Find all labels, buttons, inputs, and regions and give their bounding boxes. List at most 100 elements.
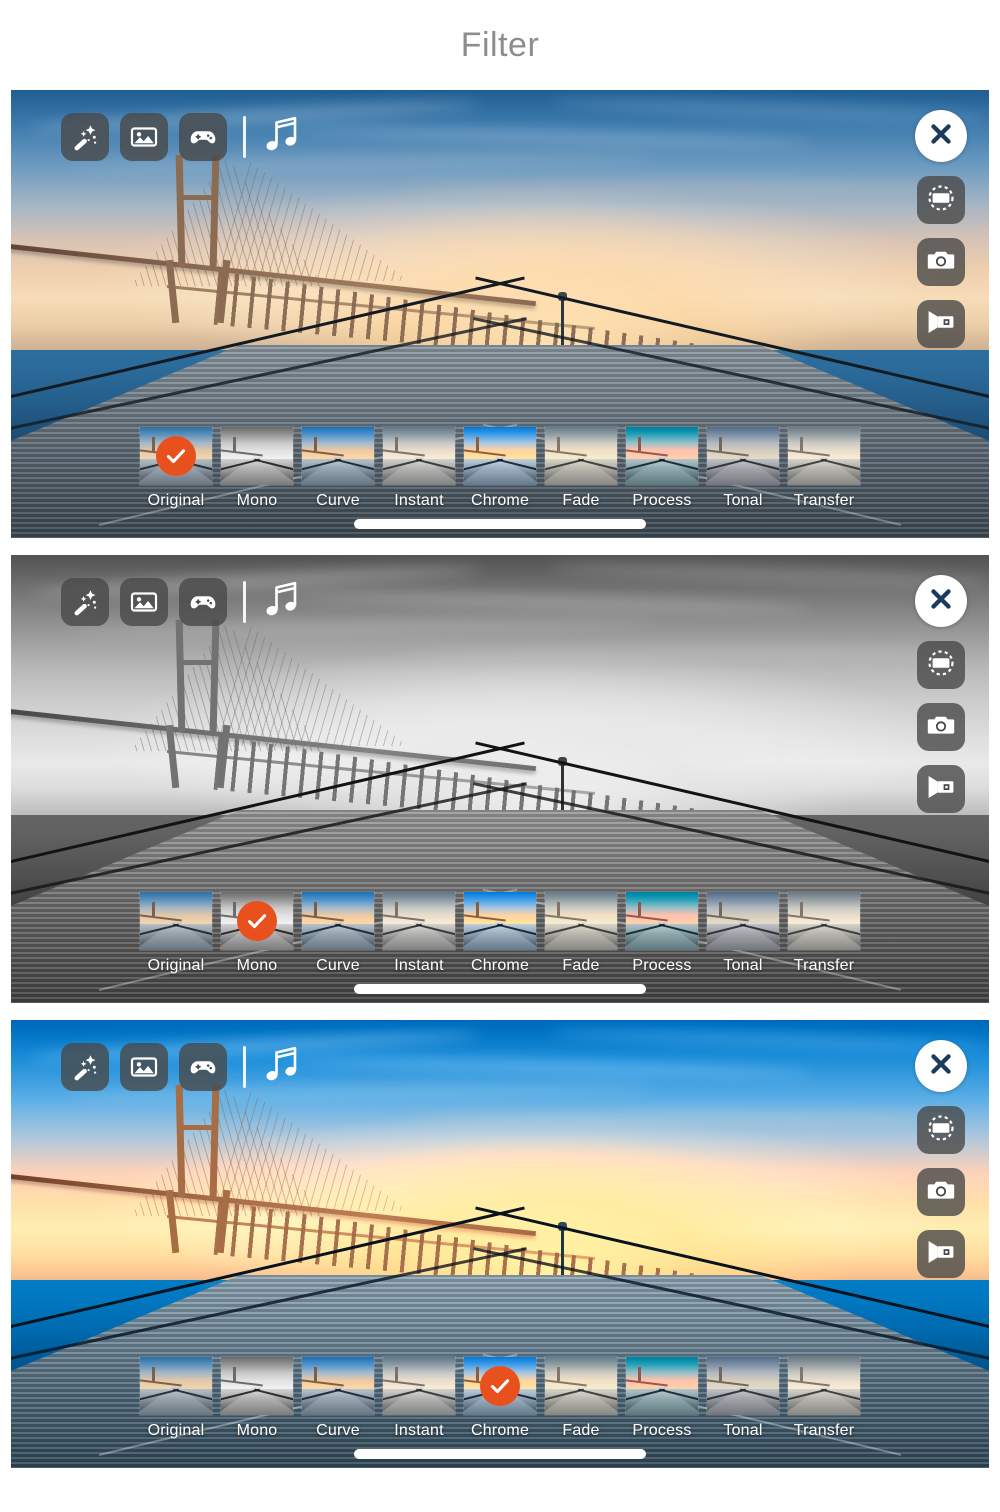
magic-wand-button[interactable] — [61, 113, 109, 161]
camera-button[interactable] — [917, 238, 965, 286]
home-indicator[interactable] — [354, 984, 646, 994]
filter-item-original[interactable]: Original — [140, 427, 212, 510]
filter-thumbnail[interactable] — [626, 892, 698, 950]
filter-thumbnail[interactable] — [626, 1357, 698, 1415]
music-note-button[interactable] — [263, 1044, 301, 1091]
filter-item-instant[interactable]: Instant — [383, 892, 455, 975]
right-toolbar — [915, 575, 967, 813]
game-controller-button[interactable] — [179, 578, 227, 626]
thumbnail-preview — [383, 427, 455, 485]
close-icon — [926, 1049, 956, 1084]
filter-thumbnail[interactable] — [545, 892, 617, 950]
filter-thumbnail[interactable] — [788, 427, 860, 485]
filter-thumbnail[interactable] — [383, 427, 455, 485]
filter-item-fade[interactable]: Fade — [545, 1357, 617, 1440]
filter-thumbnail[interactable] — [221, 427, 293, 485]
rotate-frame-button[interactable] — [917, 641, 965, 689]
image-button[interactable] — [120, 578, 168, 626]
game-controller-button[interactable] — [179, 1043, 227, 1091]
filter-label: Chrome — [470, 957, 530, 974]
filter-thumbnail[interactable] — [464, 1357, 536, 1415]
filter-item-original[interactable]: Original — [140, 892, 212, 975]
filter-thumbnail[interactable] — [302, 892, 374, 950]
filter-item-process[interactable]: Process — [626, 427, 698, 510]
music-note-button[interactable] — [263, 114, 301, 161]
filter-thumbnail[interactable] — [383, 1357, 455, 1415]
image-button[interactable] — [120, 113, 168, 161]
filter-thumbnail[interactable] — [707, 427, 779, 485]
filter-item-fade[interactable]: Fade — [545, 892, 617, 975]
game-controller-icon — [189, 1053, 217, 1081]
filter-item-tonal[interactable]: Tonal — [707, 1357, 779, 1440]
home-indicator[interactable] — [354, 1449, 646, 1459]
magic-wand-button[interactable] — [61, 578, 109, 626]
filter-item-chrome[interactable]: Chrome — [464, 892, 536, 975]
filter-thumbnail[interactable] — [707, 892, 779, 950]
magic-wand-icon — [71, 123, 99, 151]
filter-item-curve[interactable]: Curve — [302, 427, 374, 510]
video-camera-button[interactable] — [917, 1230, 965, 1278]
filter-thumbnail[interactable] — [545, 427, 617, 485]
filter-item-transfer[interactable]: Transfer — [788, 1357, 860, 1440]
filter-label: Tonal — [723, 1422, 763, 1439]
filter-item-transfer[interactable]: Transfer — [788, 427, 860, 510]
video-camera-button[interactable] — [917, 765, 965, 813]
filter-thumbnail[interactable] — [140, 892, 212, 950]
filter-item-tonal[interactable]: Tonal — [707, 892, 779, 975]
filter-thumbnail[interactable] — [302, 427, 374, 485]
video-camera-button[interactable] — [917, 300, 965, 348]
cloud-streak — [284, 124, 813, 148]
filter-item-chrome[interactable]: Chrome — [464, 427, 536, 510]
filter-item-transfer[interactable]: Transfer — [788, 892, 860, 975]
filter-item-mono[interactable]: Mono — [221, 1357, 293, 1440]
filter-item-instant[interactable]: Instant — [383, 427, 455, 510]
filter-thumbnail[interactable] — [464, 427, 536, 485]
filter-label: Mono — [236, 1422, 278, 1439]
video-camera-icon — [926, 1237, 956, 1272]
filter-item-instant[interactable]: Instant — [383, 1357, 455, 1440]
filter-thumbnail[interactable] — [140, 427, 212, 485]
selected-check-badge — [480, 1366, 520, 1406]
image-icon — [130, 588, 158, 616]
rotate-frame-button[interactable] — [917, 1106, 965, 1154]
filter-item-fade[interactable]: Fade — [545, 427, 617, 510]
filter-item-curve[interactable]: Curve — [302, 892, 374, 975]
filter-label: Transfer — [793, 492, 855, 509]
filter-thumbnail[interactable] — [626, 427, 698, 485]
image-button[interactable] — [120, 1043, 168, 1091]
filter-label: Fade — [562, 492, 600, 509]
filter-item-mono[interactable]: Mono — [221, 892, 293, 975]
filter-thumbnail[interactable] — [464, 892, 536, 950]
filter-item-curve[interactable]: Curve — [302, 1357, 374, 1440]
filter-item-original[interactable]: Original — [140, 1357, 212, 1440]
music-note-button[interactable] — [263, 579, 301, 626]
filter-label: Fade — [562, 1422, 600, 1439]
filter-label: Instant — [394, 957, 444, 974]
filter-item-tonal[interactable]: Tonal — [707, 427, 779, 510]
rotate-frame-button[interactable] — [917, 176, 965, 224]
filter-thumbnail[interactable] — [140, 1357, 212, 1415]
filter-item-process[interactable]: Process — [626, 892, 698, 975]
filter-thumbnail[interactable] — [707, 1357, 779, 1415]
camera-button[interactable] — [917, 703, 965, 751]
camera-button[interactable] — [917, 1168, 965, 1216]
filter-thumbnail[interactable] — [302, 1357, 374, 1415]
filter-item-mono[interactable]: Mono — [221, 427, 293, 510]
filter-thumbnail[interactable] — [788, 892, 860, 950]
filter-thumbnail[interactable] — [383, 892, 455, 950]
rotate-frame-icon — [926, 183, 956, 218]
filter-item-process[interactable]: Process — [626, 1357, 698, 1440]
filter-thumbnail[interactable] — [545, 1357, 617, 1415]
filter-thumbnail[interactable] — [221, 1357, 293, 1415]
filter-thumbnail[interactable] — [221, 892, 293, 950]
music-note-icon — [263, 579, 301, 626]
close-button[interactable] — [915, 1040, 967, 1092]
filter-thumbnail[interactable] — [788, 1357, 860, 1415]
game-controller-button[interactable] — [179, 113, 227, 161]
filter-label: Instant — [394, 492, 444, 509]
magic-wand-button[interactable] — [61, 1043, 109, 1091]
close-button[interactable] — [915, 110, 967, 162]
filter-item-chrome[interactable]: Chrome — [464, 1357, 536, 1440]
home-indicator[interactable] — [354, 519, 646, 529]
close-button[interactable] — [915, 575, 967, 627]
